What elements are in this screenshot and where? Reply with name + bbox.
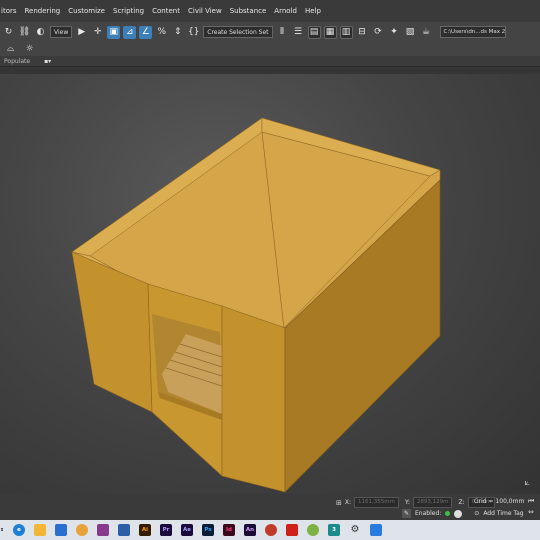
premiere-icon[interactable]: Pr [160, 524, 172, 536]
mirror-icon[interactable]: ⫴ [276, 26, 289, 39]
menu-item-civil-view[interactable]: Civil View [187, 7, 223, 15]
mail-icon[interactable] [55, 524, 67, 536]
main-toolbar: ↻ ⛓ ◐ View ▶ ✛ ▣ ⊿ ∠ % ⇕ {} Create Selec… [0, 22, 540, 42]
render-teapot-icon[interactable]: ☕ [420, 26, 433, 39]
render-setup-icon[interactable]: ✦ [388, 26, 401, 39]
x-coordinate-field[interactable]: 1161,355mm [354, 497, 399, 508]
android-studio-icon[interactable] [307, 524, 319, 536]
nav-arrows-icon[interactable]: ⇔ [528, 508, 534, 516]
y-label: Y: [404, 499, 410, 506]
select-object-icon[interactable]: ▶ [75, 26, 88, 39]
enabled-label: Enabled: [415, 510, 442, 517]
edit-named-selection-icon[interactable]: {} [187, 26, 200, 39]
menu-item-help[interactable]: Help [304, 7, 322, 15]
menu-item-scripting[interactable]: Scripting [112, 7, 145, 15]
menu-bar: itors Rendering Customize Scripting Cont… [0, 0, 540, 22]
key-filter-icon[interactable]: ✎ [402, 509, 411, 518]
secondary-toolbar: ⌓ ☼ [0, 42, 540, 56]
indesign-icon[interactable]: Id [223, 524, 235, 536]
chrome-icon[interactable] [76, 524, 88, 536]
menu-item-substance[interactable]: Substance [229, 7, 268, 15]
rendered-frame-icon[interactable]: ▧ [404, 26, 417, 39]
curve-editor-icon[interactable]: ▥ [339, 25, 353, 39]
front-wall-right [221, 305, 286, 493]
y-coordinate-field[interactable]: 2893,129m [412, 497, 453, 508]
x-label: X: [344, 499, 352, 506]
after-effects-icon[interactable]: Ae [181, 524, 193, 536]
search-icon[interactable]: ɪ [0, 524, 4, 536]
coordinate-readout: ⊞ X: 1161,355mm Y: 2893,129m Z: 0,0mm [336, 497, 496, 508]
add-time-tag-button[interactable]: Add Time Tag [483, 510, 523, 517]
time-tag-icon[interactable]: ⊙ [474, 510, 479, 517]
z-label: Z: [458, 499, 465, 506]
spinner-snap-icon[interactable]: ⇕ [171, 26, 184, 39]
menu-item-rendering[interactable]: Rendering [24, 7, 62, 15]
schematic-view-icon[interactable]: ⊟ [356, 26, 369, 39]
illustrator-icon[interactable]: Ai [139, 524, 151, 536]
bind-space-warp-icon[interactable]: ◐ [34, 26, 47, 39]
align-icon[interactable]: ☰ [292, 26, 305, 39]
perspective-viewport[interactable]: ⟀ [0, 74, 540, 494]
key-mode-icon[interactable]: ⏮ [528, 497, 534, 506]
enabled-status-dot [445, 511, 451, 516]
angle-snap-icon[interactable]: ∠ [139, 25, 153, 39]
absolute-mode-icon[interactable]: ⊞ [336, 499, 342, 507]
acrobat-icon[interactable] [286, 524, 298, 536]
layer-explorer-icon[interactable]: ▤ [307, 25, 321, 39]
select-link-icon[interactable]: ⛓ [18, 26, 31, 39]
redo-icon[interactable]: ↻ [2, 26, 15, 39]
enabled-toggle-icon[interactable] [454, 509, 463, 518]
menu-item-customize[interactable]: Customize [67, 7, 106, 15]
time-controls: ✎ Enabled: ⊙ Add Time Tag [402, 509, 524, 518]
animate-icon[interactable]: An [244, 524, 256, 536]
view-cube-axis-icon[interactable]: ⟀ [525, 478, 530, 488]
3ds-max-icon[interactable]: 3 [328, 524, 340, 536]
snap-toggle-icon[interactable]: ⊿ [123, 25, 137, 39]
select-region-icon[interactable]: ▣ [107, 25, 121, 39]
grid-size-readout: Grid = 100,0mm [474, 498, 525, 505]
percent-snap-icon[interactable]: % [155, 26, 168, 39]
pen-app-icon[interactable] [370, 524, 382, 536]
ribbon-tab-populate[interactable]: Populate [4, 58, 30, 65]
walkthrough-icon[interactable]: ⌓ [4, 43, 17, 56]
windows-taskbar: ɪ e Ai Pr Ae Ps Id An 3 ⚙ [0, 520, 540, 540]
winrar-icon[interactable] [97, 524, 109, 536]
save-disk-icon[interactable] [118, 524, 130, 536]
photoshop-icon[interactable]: Ps [202, 524, 214, 536]
menu-item-content[interactable]: Content [151, 7, 181, 15]
ribbon-bar: Populate ▪▾ [0, 56, 540, 66]
toggle-ribbon-icon[interactable]: ▦ [323, 25, 337, 39]
move-icon[interactable]: ✛ [91, 26, 104, 39]
menu-item-arnold[interactable]: Arnold [273, 7, 298, 15]
menu-item-editors[interactable]: itors [0, 7, 18, 15]
light-bulb-icon[interactable]: ☼ [23, 43, 36, 56]
project-path-field[interactable]: C:\Users\dn...ds Max 2022 [439, 26, 506, 38]
selection-set-dropdown[interactable]: Create Selection Set [203, 26, 273, 38]
view-dropdown[interactable]: View [50, 26, 73, 38]
sketchup-icon[interactable] [265, 524, 277, 536]
settings-gear-icon[interactable]: ⚙ [349, 524, 361, 536]
file-explorer-icon[interactable] [34, 524, 46, 536]
ribbon-toggle-icon[interactable]: ▪▾ [44, 58, 51, 65]
room-model [71, 117, 441, 493]
status-bar: ⊞ X: 1161,355mm Y: 2893,129m Z: 0,0mm Gr… [0, 494, 540, 520]
edge-browser-icon[interactable]: e [13, 524, 25, 536]
material-editor-icon[interactable]: ⟳ [372, 26, 385, 39]
